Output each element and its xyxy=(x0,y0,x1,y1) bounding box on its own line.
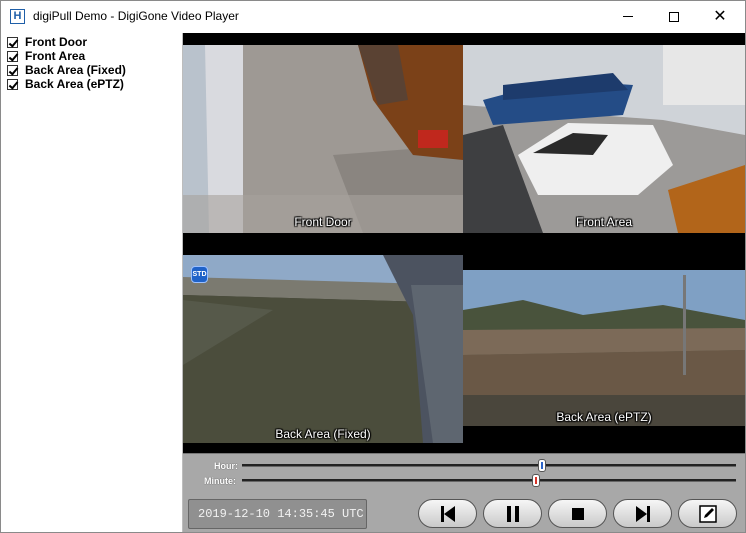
stop-button[interactable] xyxy=(548,499,607,528)
stop-icon xyxy=(571,507,584,520)
maximize-button[interactable] xyxy=(651,1,697,32)
close-button[interactable]: ✕ xyxy=(697,1,743,32)
thumb-marker xyxy=(541,462,543,469)
checkbox[interactable] xyxy=(7,64,18,76)
stream-badge: STD xyxy=(191,266,208,283)
camera-label: Back Area (Fixed) xyxy=(25,63,126,77)
skip-forward-icon xyxy=(635,505,650,522)
checkbox[interactable] xyxy=(7,36,18,48)
camera-list: Front Door Front Area Back Area (Fixed) … xyxy=(3,33,183,532)
pause-button[interactable] xyxy=(483,499,542,528)
minimize-icon xyxy=(623,16,633,17)
hour-slider-thumb[interactable] xyxy=(538,459,546,472)
minute-slider-track[interactable] xyxy=(242,479,736,482)
timestamp-display: 2019-12-10 14:35:45 UTC xyxy=(188,499,367,529)
hour-slider-track[interactable] xyxy=(242,464,736,467)
video-grid: Front Door Front Area STD Back Area (Fix… xyxy=(183,33,745,453)
camera-label: Front Door xyxy=(25,35,87,49)
video-frame xyxy=(183,255,463,443)
skip-back-icon xyxy=(440,505,455,522)
close-icon: ✕ xyxy=(713,7,727,25)
video-tile-front-door[interactable]: Front Door xyxy=(183,45,463,233)
edit-icon xyxy=(698,504,717,523)
maximize-icon xyxy=(669,11,679,22)
minimize-button[interactable] xyxy=(605,1,651,32)
app-window: H digiPull Demo - DigiGone Video Player … xyxy=(0,0,746,533)
thumb-marker xyxy=(535,477,537,484)
camera-item-front-area[interactable]: Front Area xyxy=(7,49,85,63)
video-tile-back-area-fixed[interactable]: STD Back Area (Fixed) xyxy=(183,255,463,443)
tile-label: Back Area (ePTZ) xyxy=(556,410,652,424)
hour-label: Hour: xyxy=(214,461,238,471)
video-frame xyxy=(463,45,745,233)
playback-controls: Hour: Minute: 2019-12-10 14:35:45 UTC xyxy=(183,453,745,532)
camera-item-back-area-eptz[interactable]: Back Area (ePTZ) xyxy=(7,77,124,91)
checkbox[interactable] xyxy=(7,50,18,62)
camera-item-back-area-fixed[interactable]: Back Area (Fixed) xyxy=(7,63,126,77)
video-frame xyxy=(183,45,463,233)
video-frame xyxy=(463,270,745,426)
checkbox[interactable] xyxy=(7,78,18,90)
skip-back-button[interactable] xyxy=(418,499,477,528)
minute-slider-thumb[interactable] xyxy=(532,474,540,487)
app-icon: H xyxy=(10,9,25,24)
video-tile-back-area-eptz[interactable]: Back Area (ePTZ) xyxy=(463,270,745,426)
tile-label: Front Area xyxy=(575,215,633,229)
skip-forward-button[interactable] xyxy=(613,499,672,528)
camera-item-front-door[interactable]: Front Door xyxy=(7,35,87,49)
video-tile-front-area[interactable]: Front Area xyxy=(463,45,745,233)
edit-button[interactable] xyxy=(678,499,737,528)
camera-label: Back Area (ePTZ) xyxy=(25,77,124,91)
title-bar[interactable]: H digiPull Demo - DigiGone Video Player … xyxy=(1,1,745,32)
tile-label: Front Door xyxy=(294,215,352,229)
minute-label: Minute: xyxy=(204,476,236,486)
tile-label: Back Area (Fixed) xyxy=(275,427,371,441)
pause-icon xyxy=(506,505,519,522)
window-title: digiPull Demo - DigiGone Video Player xyxy=(33,9,239,23)
camera-label: Front Area xyxy=(25,49,86,63)
